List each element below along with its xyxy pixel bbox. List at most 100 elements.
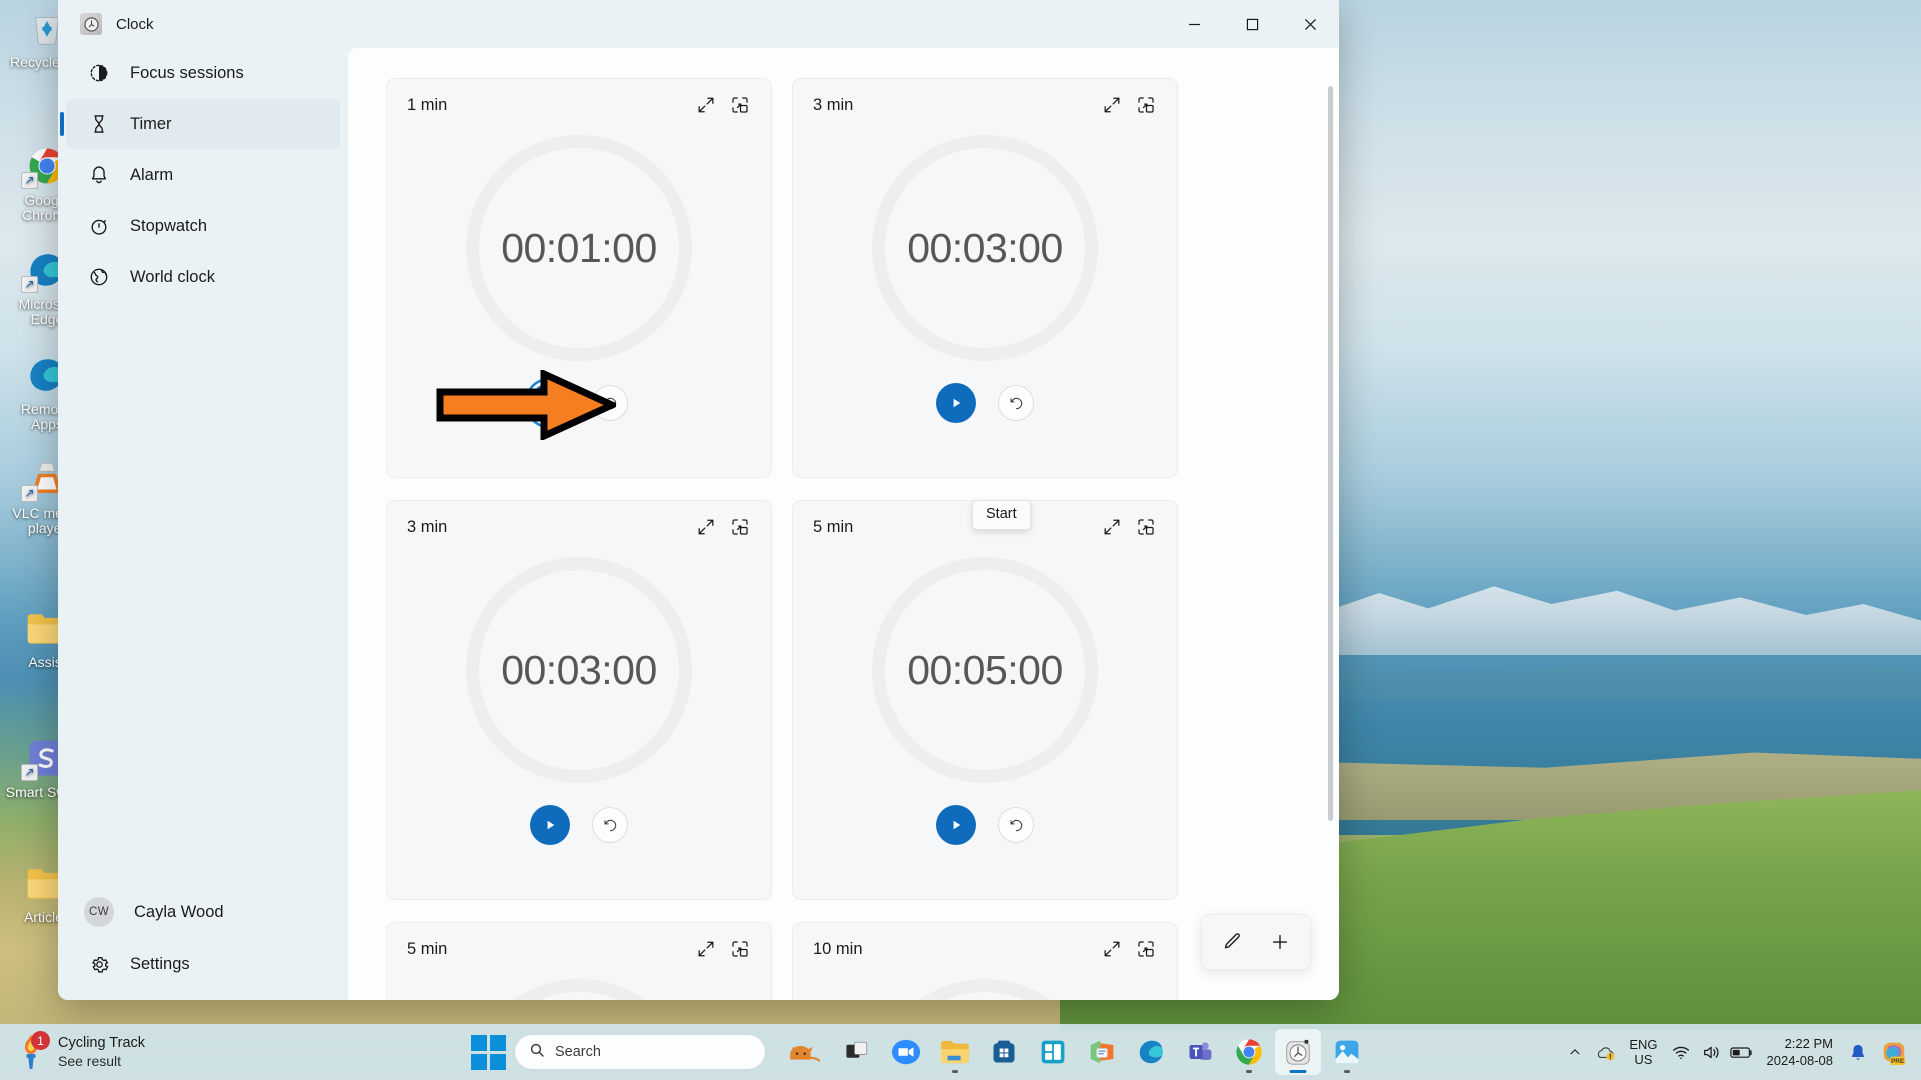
timer-readout: 00:01:00 [501,224,657,271]
timer-card-title: 3 min [407,517,448,536]
start-button[interactable] [936,805,976,845]
timer-controls [793,805,1177,845]
language-indicator[interactable]: ENG US [1622,1037,1664,1067]
shortcut-arrow-icon: ↗ [21,485,38,502]
taskbar-center-group: Search [470,1029,1562,1075]
timer-card-header: 3 min [793,79,1177,131]
compact-overlay-icon[interactable] [723,510,757,544]
timer-card[interactable]: 5 min 00:05:00 [792,500,1178,900]
cat-icon[interactable] [780,1029,826,1075]
compact-overlay-icon[interactable] [1129,88,1163,122]
avatar: CW [84,897,114,927]
timer-progress-ring: 00:05:00 [872,557,1098,783]
window-title-group: Clock [58,13,1165,35]
taskbar-news-widget[interactable]: 1 Cycling Track See result [0,1031,470,1071]
taskbar-app-file-explorer[interactable] [932,1029,978,1075]
timer-card[interactable]: 10 min 00:10:00 [792,922,1178,1000]
timer-card-header: 1 min [387,79,771,131]
sidebar-item-settings[interactable]: Settings [66,938,340,990]
battery-icon[interactable] [1729,1032,1755,1072]
running-indicator [1344,1070,1350,1073]
taskbar-app-microsoft-edge[interactable] [1128,1029,1174,1075]
window-title-bar[interactable]: Clock [58,0,1339,48]
sidebar-item-timer[interactable]: Timer [60,99,340,149]
sidebar-item-stopwatch[interactable]: Stopwatch [66,201,340,251]
vertical-scrollbar[interactable] [1328,86,1333,821]
taskbar-app-clock[interactable] [1275,1029,1321,1075]
taskbar-app-zoom[interactable] [883,1029,929,1075]
taskbar-app-microsoft-teams[interactable] [1177,1029,1223,1075]
timer-content-area: 1 min 00:01:00 3 min 00:03:00 3 min 00:0… [348,48,1339,1000]
taskbar-app-office[interactable] [1079,1029,1125,1075]
sidebar-item-world-clock[interactable]: World clock [66,252,340,302]
expand-icon[interactable] [1095,510,1129,544]
timer-card[interactable]: 5 min 00:05:00 [386,922,772,1000]
sidebar-item-focus-sessions[interactable]: Focus sessions [66,48,340,98]
minimize-button[interactable] [1165,0,1223,48]
timer-progress-ring: 00:03:00 [466,557,692,783]
language-primary: ENG [1629,1037,1658,1052]
timer-progress-ring: 00:03:00 [872,135,1098,361]
start-button[interactable] [530,805,570,845]
sidebar-item-label: Focus sessions [130,63,244,82]
taskbar-app-photos[interactable] [1324,1029,1370,1075]
maximize-button[interactable] [1223,0,1281,48]
search-input[interactable]: Search [514,1034,766,1070]
taskbar-app-widgets[interactable] [1030,1029,1076,1075]
sidebar-item-alarm[interactable]: Alarm [66,150,340,200]
bell-icon[interactable] [1845,1032,1871,1072]
onedrive-warning-icon[interactable] [1592,1032,1618,1072]
running-indicator [1289,1070,1307,1073]
timer-readout: 00:05:00 [907,646,1063,693]
taskbar-app-microsoft-store[interactable] [981,1029,1027,1075]
shortcut-arrow-icon: ↗ [21,172,38,189]
expand-icon[interactable] [689,932,723,966]
expand-icon[interactable] [1095,932,1129,966]
chevron-up-icon[interactable] [1562,1032,1588,1072]
account-item[interactable]: CW Cayla Wood [66,886,340,938]
timer-actions-bar [1201,914,1311,970]
timer-readout: 00:03:00 [501,646,657,693]
compact-overlay-icon[interactable] [1129,932,1163,966]
windows-start-icon[interactable] [470,1034,506,1070]
timer-card[interactable]: 3 min 00:03:00 [792,78,1178,478]
search-icon [529,1042,545,1063]
reset-button[interactable] [592,807,628,843]
expand-icon[interactable] [1095,88,1129,122]
close-button[interactable] [1281,0,1339,48]
taskbar-app-task-view[interactable] [834,1029,880,1075]
reset-button[interactable] [998,385,1034,421]
timer-progress-ring: 00:05:00 [466,979,692,1000]
compact-overlay-icon[interactable] [723,932,757,966]
timer-controls [387,805,771,845]
timer-card-header: 10 min [793,923,1177,975]
start-button[interactable] [530,383,570,423]
copilot-icon[interactable]: PRE [1875,1032,1911,1072]
news-text: Cycling Track See result [58,1034,145,1070]
reset-button[interactable] [592,385,628,421]
start-button[interactable] [936,383,976,423]
taskbar-clock[interactable]: 2:22 PM 2024-08-08 [1759,1035,1842,1069]
expand-icon[interactable] [689,88,723,122]
timer-card-header: 3 min [387,501,771,553]
sidebar-item-label: Timer [130,114,172,133]
taskbar-app-google-chrome[interactable] [1226,1029,1272,1075]
compact-overlay-icon[interactable] [723,88,757,122]
compact-overlay-icon[interactable] [1129,510,1163,544]
expand-icon[interactable] [689,510,723,544]
timer-card[interactable]: 1 min 00:01:00 [386,78,772,478]
wifi-icon[interactable] [1669,1032,1695,1072]
news-subtitle: See result [58,1053,122,1069]
taskbar-app-list [834,1029,1370,1075]
copilot-badge-text: PRE [1891,1058,1905,1065]
account-name: Cayla Wood [134,902,224,921]
sidebar-item-label: World clock [130,267,215,286]
clock-date: 2024-08-08 [1766,1053,1834,1068]
reset-button[interactable] [998,807,1034,843]
edit-timers-button[interactable] [1210,920,1254,964]
timer-card[interactable]: 3 min 00:03:00 [386,500,772,900]
sidebar-item-label: Stopwatch [130,216,208,235]
volume-icon[interactable] [1699,1032,1725,1072]
add-timer-button[interactable] [1258,920,1302,964]
